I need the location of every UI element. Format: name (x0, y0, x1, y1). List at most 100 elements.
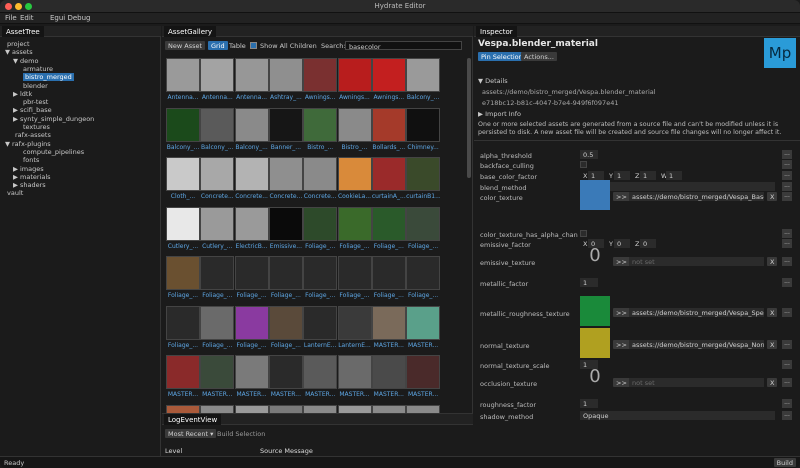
asset-tile[interactable]: Foliage_... (234, 256, 269, 306)
collapse-arrow-icon[interactable]: ▶ (13, 106, 18, 114)
search-input[interactable]: basecolor (345, 41, 462, 51)
number-field[interactable]: 0.5 (580, 150, 598, 159)
clear-icon[interactable]: X (767, 192, 778, 201)
texture-path-field[interactable]: assets://demo/bistro_merged/Vespa_Normal… (629, 340, 764, 349)
asset-tile[interactable]: Foliage_... (200, 256, 235, 306)
asset-tile[interactable]: Balcony_... (406, 58, 441, 108)
menu-file[interactable]: File (5, 14, 17, 22)
collapse-arrow-icon[interactable]: ▶ (13, 90, 18, 98)
asset-tile[interactable]: CookieLa... (337, 157, 372, 207)
asset-tile[interactable]: Foliage_... (200, 305, 235, 356)
tree-item[interactable]: ▶ shaders (13, 181, 46, 189)
more-options-button[interactable]: ... (782, 229, 792, 238)
tab-asset-tree[interactable]: AssetTree (2, 26, 44, 37)
more-options-button[interactable]: ... (782, 308, 792, 317)
asset-tile[interactable]: Balcony_... (200, 107, 235, 158)
asset-tile[interactable]: Foliage_... (337, 206, 372, 257)
clear-icon[interactable]: X (767, 340, 778, 349)
more-options-button[interactable]: ... (782, 171, 792, 180)
more-options-button[interactable]: ... (782, 192, 792, 201)
asset-tile[interactable]: Awnings... (303, 58, 338, 108)
more-options-button[interactable]: ... (782, 399, 792, 408)
more-options-button[interactable]: ... (782, 160, 792, 169)
tree-item[interactable]: bistro_merged (21, 73, 74, 82)
collapse-arrow-icon[interactable]: ▶ (13, 173, 18, 181)
asset-tile[interactable]: MASTER... (166, 355, 200, 405)
asset-tile[interactable]: LanternE... (303, 305, 338, 356)
asset-tile[interactable]: Concrete... (303, 157, 338, 207)
tree-item[interactable]: compute_pipelines (21, 148, 84, 156)
menu-egui-debug[interactable]: Egui Debug (50, 14, 91, 22)
expand-arrow-icon[interactable]: ▼ (13, 57, 18, 65)
most-recent-dropdown[interactable]: Most Recent ▾ (165, 429, 217, 438)
asset-tile[interactable]: MASTER... (337, 355, 372, 405)
more-options-button[interactable]: ... (782, 360, 792, 369)
actions-button[interactable]: Actions... (521, 52, 557, 61)
asset-tile[interactable]: LanternE... (337, 305, 372, 356)
more-options-button[interactable]: ... (782, 257, 792, 266)
open-asset-button[interactable]: >> (613, 257, 630, 266)
pin-selection-button[interactable]: Pin Selection (478, 52, 526, 61)
vector-field[interactable]: 1 (640, 171, 656, 180)
tree-item[interactable]: blender (21, 82, 48, 90)
tree-item[interactable]: ▶ synty_simple_dungeon (13, 115, 94, 123)
tab-log-event-view[interactable]: LogEventView (164, 414, 222, 425)
asset-tile[interactable]: Bistro_... (303, 107, 338, 158)
asset-tile[interactable]: Foliage_... (268, 305, 303, 356)
checkbox[interactable] (580, 230, 587, 237)
asset-tile[interactable]: curtainB1... (406, 157, 441, 207)
asset-tile[interactable]: MASTER... (268, 355, 303, 405)
checkbox[interactable] (580, 161, 587, 168)
more-options-button[interactable]: ... (782, 239, 792, 248)
new-asset-button[interactable]: New Asset (165, 41, 206, 50)
tree-item[interactable]: pbr-test (21, 98, 48, 106)
asset-tile[interactable]: ElectricB... (234, 206, 269, 257)
asset-tile[interactable]: Awnings... (371, 58, 406, 108)
vector-field[interactable]: 0 (614, 239, 630, 248)
expand-arrow-icon[interactable]: ▼ (5, 48, 10, 56)
number-field[interactable]: 1 (580, 278, 598, 287)
clear-icon[interactable]: X (767, 257, 778, 266)
more-options-button[interactable]: ... (782, 150, 792, 159)
asset-tile[interactable]: Chimney... (406, 107, 441, 158)
build-selection-button[interactable]: Build Selection (214, 429, 268, 438)
collapse-arrow-icon[interactable]: ▶ (13, 181, 18, 189)
asset-tile[interactable]: Foliage_... (371, 256, 406, 306)
texture-path-field[interactable]: not set (629, 257, 764, 266)
tree-item[interactable]: project (5, 40, 30, 48)
tree-item[interactable]: fonts (21, 156, 39, 164)
asset-tile[interactable]: MASTER... (371, 305, 406, 356)
texture-path-field[interactable]: assets://demo/bistro_merged/Vespa_BaseCo… (629, 192, 764, 201)
number-field[interactable]: 1 (580, 399, 598, 408)
tree-item[interactable]: ▼ rafx-plugins (5, 140, 51, 148)
asset-tile[interactable]: Banner_... (268, 107, 303, 158)
gallery-scrollbar[interactable] (467, 58, 471, 178)
asset-tile[interactable]: Foliage_... (337, 256, 372, 306)
tab-asset-gallery[interactable]: AssetGallery (164, 26, 217, 37)
clear-icon[interactable]: X (767, 308, 778, 317)
open-asset-button[interactable]: >> (613, 378, 630, 387)
menu-edit[interactable]: Edit (20, 14, 34, 22)
vector-field[interactable]: 1 (614, 171, 630, 180)
texture-path-field[interactable]: not set (629, 378, 764, 387)
asset-tile[interactable]: Ashtray_... (268, 58, 303, 108)
asset-tile[interactable]: MASTER... (200, 355, 235, 405)
asset-tile[interactable]: Foliage_... (166, 305, 200, 356)
enum-select[interactable]: Opaque (580, 411, 775, 420)
tree-item[interactable]: vault (5, 189, 23, 197)
tree-item[interactable]: ▼ demo (13, 57, 38, 65)
asset-tile[interactable]: Foliage_... (303, 256, 338, 306)
asset-tile[interactable]: Balcony_... (234, 107, 269, 158)
asset-tile[interactable]: Concrete... (234, 157, 269, 207)
asset-tile[interactable]: Bistro_... (337, 107, 372, 158)
import-info-toggle[interactable]: ▶ Import Info (478, 110, 521, 118)
tree-item[interactable]: rafx-assets (13, 131, 51, 139)
build-button[interactable]: Build (773, 458, 796, 467)
asset-tile[interactable]: Concrete... (200, 157, 235, 207)
open-asset-button[interactable]: >> (613, 340, 630, 349)
tree-item[interactable]: armature (21, 65, 53, 73)
show-all-children-checkbox[interactable] (250, 42, 257, 49)
asset-tile[interactable]: Foliage_... (303, 206, 338, 257)
asset-tile[interactable]: Antenna... (234, 58, 269, 108)
details-toggle[interactable]: ▼ Details (478, 77, 508, 85)
